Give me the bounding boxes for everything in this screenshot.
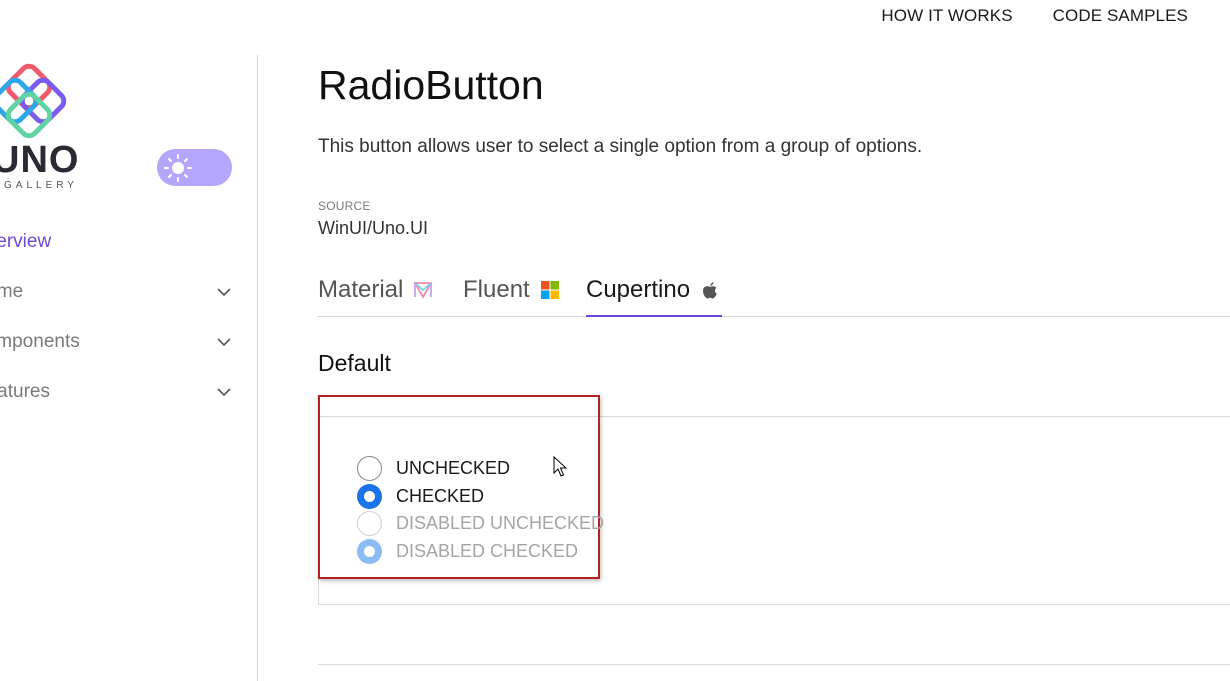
logo-subtitle: GALLERY bbox=[4, 180, 78, 191]
radio-circle bbox=[357, 455, 382, 481]
radio-checked[interactable]: CHECKED bbox=[357, 483, 484, 509]
tab-cupertino[interactable]: Cupertino bbox=[586, 276, 723, 317]
sidebar-item-label: Components bbox=[0, 331, 80, 352]
theme-toggle[interactable] bbox=[157, 149, 232, 186]
radio-circle bbox=[357, 510, 382, 536]
windows-logo-icon bbox=[540, 281, 559, 299]
source-value: WinUI/Uno.UI bbox=[318, 218, 429, 238]
mouse-cursor-icon bbox=[553, 456, 567, 477]
sidebar-item-label: Theme bbox=[0, 281, 24, 302]
radio-circle bbox=[357, 483, 382, 509]
sidebar-item-theme[interactable]: Theme bbox=[0, 277, 240, 307]
page-description: This button allows user to select a sing… bbox=[318, 136, 923, 157]
sun-icon bbox=[164, 154, 192, 182]
logo-wordmark: UNO bbox=[0, 139, 80, 181]
sidebar-divider bbox=[257, 55, 258, 681]
sidebar: UNO GALLERY Overview Theme bbox=[0, 0, 258, 681]
radio-label: UNCHECKED bbox=[396, 457, 511, 478]
tab-label: Material bbox=[318, 276, 404, 303]
sidebar-item-overview[interactable]: Overview bbox=[0, 227, 240, 257]
radio-label: DISABLED CHECKED bbox=[396, 540, 579, 561]
page-title: RadioButton bbox=[318, 62, 544, 108]
chevron-down-icon bbox=[217, 288, 231, 297]
tab-label: Cupertino bbox=[586, 276, 691, 303]
radio-disabled-unchecked: DISABLED UNCHECKED bbox=[357, 510, 604, 536]
tab-fluent[interactable]: Fluent bbox=[463, 276, 560, 315]
section-title: Default bbox=[318, 350, 391, 376]
design-system-tabs: Material Fluent Cupertino bbox=[318, 276, 1230, 317]
sidebar-item-label: Features bbox=[0, 381, 50, 402]
source-label: SOURCE bbox=[318, 199, 371, 213]
app-window: HOW IT WORKS CODE SAMPLES UNO GALLERY er… bbox=[0, 0, 1230, 681]
material-icon bbox=[413, 282, 433, 299]
tab-material[interactable]: Material bbox=[318, 276, 433, 315]
radio-disabled-checked: DISABLED CHECKED bbox=[357, 538, 578, 564]
chevron-down-icon bbox=[217, 338, 231, 347]
radio-unchecked[interactable]: UNCHECKED bbox=[357, 455, 510, 481]
section-divider bbox=[318, 664, 1230, 665]
radio-label: CHECKED bbox=[396, 485, 485, 506]
radio-label: DISABLED UNCHECKED bbox=[396, 512, 605, 533]
chevron-down-icon bbox=[217, 388, 231, 397]
sidebar-item-label: Overview bbox=[0, 231, 52, 252]
sidebar-item-components[interactable]: Components bbox=[0, 327, 240, 357]
main-content: RadioButton This button allows user to s… bbox=[318, 0, 1230, 681]
apple-logo-icon bbox=[703, 282, 717, 299]
tab-label: Fluent bbox=[463, 276, 530, 303]
sidebar-item-features[interactable]: Features bbox=[0, 377, 240, 407]
radio-circle bbox=[357, 538, 382, 564]
